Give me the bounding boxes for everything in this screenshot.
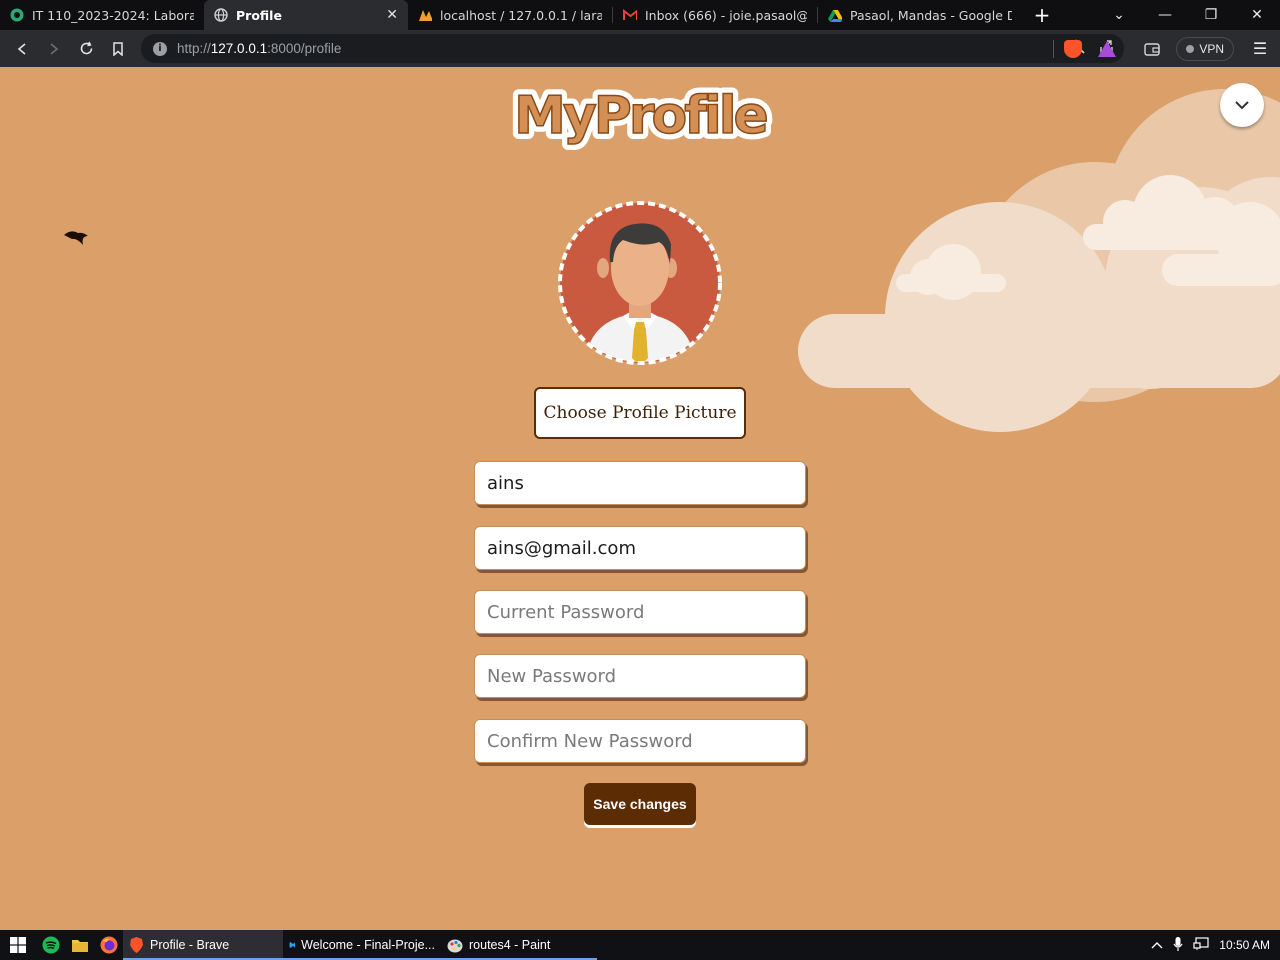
tab-title: Pasaol, Mandas - Google Drive: [850, 7, 1012, 23]
new-tab-button[interactable]: +: [1022, 0, 1062, 30]
restore-icon[interactable]: ❐: [1188, 0, 1234, 30]
tab-profile[interactable]: Profile ✕: [204, 0, 408, 30]
task-label: Profile - Brave: [150, 938, 230, 952]
tab-moodle[interactable]: IT 110_2023-2024: Laboratory A: [0, 0, 204, 30]
taskbar-item-brave[interactable]: Profile - Brave: [123, 930, 283, 960]
bird-icon: [64, 231, 88, 245]
task-label: Welcome - Final-Proje...: [301, 938, 435, 952]
name-input[interactable]: ains: [474, 461, 806, 505]
save-changes-button[interactable]: Save changes: [584, 783, 696, 825]
taskbar-item-paint[interactable]: routes4 - Paint: [441, 930, 597, 960]
confirm-password-input[interactable]: Confirm New Password: [474, 719, 806, 763]
tab-google-drive[interactable]: Pasaol, Mandas - Google Drive: [818, 0, 1022, 30]
site-info-icon[interactable]: i: [153, 41, 167, 56]
globe-icon: [214, 8, 228, 22]
forward-icon[interactable]: [38, 33, 70, 65]
new-password-input[interactable]: New Password: [474, 654, 806, 698]
google-drive-icon: [828, 8, 842, 22]
brave-rewards-icon[interactable]: [1098, 40, 1117, 57]
clock[interactable]: 10:50 AM: [1219, 938, 1270, 952]
tab-gmail[interactable]: Inbox (666) - joie.pasaol@csucc: [613, 0, 817, 30]
moodle-icon: [10, 8, 24, 22]
paint-icon: [447, 939, 463, 953]
windows-taskbar: Profile - Brave Welcome - Final-Proje...…: [0, 930, 1280, 960]
choose-profile-picture-button[interactable]: Choose Profile Picture: [534, 387, 746, 439]
back-icon[interactable]: [6, 33, 38, 65]
svg-text:MyProfile: MyProfile: [514, 86, 766, 146]
chevron-down-icon: [1235, 101, 1249, 110]
phpmyadmin-icon: [418, 8, 432, 22]
url-text[interactable]: http://127.0.0.1:8000/profile: [177, 41, 341, 56]
close-window-icon[interactable]: ✕: [1234, 0, 1280, 30]
window-controls: ⌄ — ❐ ✕: [1096, 0, 1280, 30]
browser-toolbar: i http://127.0.0.1:8000/profile VPN ☰: [0, 30, 1280, 67]
close-tab-icon[interactable]: ✕: [386, 7, 398, 23]
page-viewport: MyProfile MyProfile Choose Profile Pictu…: [0, 67, 1280, 930]
address-bar[interactable]: i http://127.0.0.1:8000/profile: [141, 34, 1124, 63]
tab-title: Profile: [236, 7, 282, 23]
wallet-icon[interactable]: [1134, 42, 1170, 56]
file-explorer-icon[interactable]: [65, 930, 94, 960]
vpn-status-icon: [1186, 44, 1195, 53]
tab-search-chevron-icon[interactable]: ⌄: [1096, 0, 1142, 30]
menu-icon[interactable]: ☰: [1240, 39, 1280, 58]
spotify-icon[interactable]: [36, 930, 65, 960]
profile-avatar[interactable]: [557, 200, 723, 366]
network-icon[interactable]: [1193, 936, 1209, 954]
brave-shields-icon[interactable]: [1064, 39, 1083, 58]
windows-start-icon[interactable]: [0, 930, 36, 960]
tab-title: IT 110_2023-2024: Laboratory A: [32, 7, 194, 23]
vpn-label: VPN: [1199, 41, 1224, 56]
collapse-toggle-button[interactable]: [1220, 83, 1264, 127]
gmail-icon: [623, 8, 637, 22]
current-password-input[interactable]: Current Password: [474, 590, 806, 634]
toolbar-divider: [1053, 39, 1055, 58]
reload-icon[interactable]: [70, 33, 102, 65]
email-input[interactable]: ains@gmail.com: [474, 526, 806, 570]
browser-tab-strip: IT 110_2023-2024: Laboratory A Profile ✕…: [0, 0, 1280, 30]
tab-phpmyadmin[interactable]: localhost / 127.0.0.1 / laravel / u: [408, 0, 612, 30]
firefox-icon[interactable]: [94, 930, 123, 960]
bookmark-icon[interactable]: [102, 33, 134, 65]
brave-icon: [130, 937, 143, 953]
taskbar-item-vscode[interactable]: Welcome - Final-Proje...: [283, 930, 441, 960]
tab-title: Inbox (666) - joie.pasaol@csucc: [645, 7, 807, 23]
task-label: routes4 - Paint: [469, 938, 551, 952]
minimize-icon[interactable]: —: [1142, 0, 1188, 30]
tab-title: localhost / 127.0.0.1 / laravel / u: [440, 7, 602, 23]
show-hidden-icons-chevron-icon[interactable]: [1151, 938, 1163, 952]
vscode-icon: [289, 942, 296, 948]
vpn-button[interactable]: VPN: [1176, 36, 1234, 61]
microphone-icon[interactable]: [1173, 936, 1183, 955]
system-tray: 10:50 AM: [1151, 936, 1280, 955]
myprofile-logo: MyProfile MyProfile: [508, 80, 775, 152]
